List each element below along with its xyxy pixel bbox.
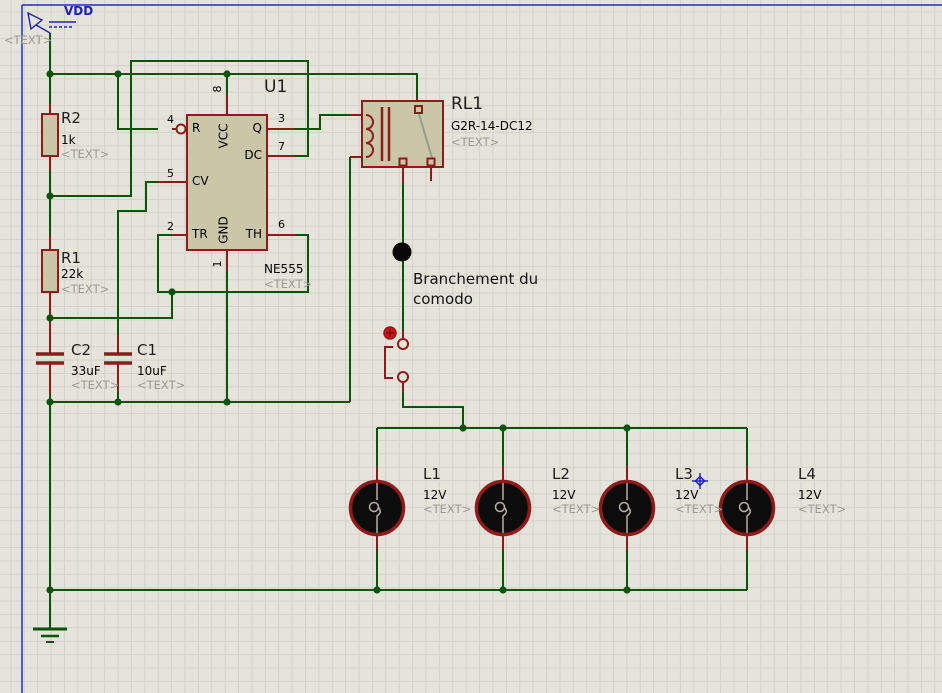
- u1-pin8-number: 8: [210, 85, 224, 93]
- l3-ref-label[interactable]: L3: [675, 466, 693, 483]
- switch-terminal-top: [397, 338, 409, 350]
- u1-ref-label[interactable]: U1: [264, 78, 287, 97]
- wire-pin4-reset: [117, 74, 158, 130]
- lamp-l3[interactable]: [598, 479, 656, 537]
- l2-text-placeholder[interactable]: <TEXT>: [552, 503, 600, 516]
- rl1-ref-label[interactable]: RL1: [451, 95, 483, 114]
- wire-switch-bus: [402, 392, 464, 428]
- r2-value-label[interactable]: 1k: [61, 133, 76, 147]
- l4-value-label[interactable]: 12V: [798, 488, 821, 502]
- u1-pin-tr-label: TR: [192, 227, 208, 241]
- power-text-placeholder[interactable]: <TEXT>: [4, 34, 52, 47]
- r1-value-label[interactable]: 22k: [61, 267, 83, 281]
- annotation-line2[interactable]: comodo: [413, 291, 473, 308]
- u1-pin-th-label: TH: [245, 227, 262, 241]
- resistor-r2-body[interactable]: [41, 113, 59, 157]
- switch-toggle-marker[interactable]: [383, 326, 397, 340]
- power-net-label[interactable]: VDD: [64, 4, 93, 18]
- u1-pin3-number: 3: [278, 112, 285, 125]
- u1-pin7-number: 7: [278, 140, 285, 153]
- lamp-l4[interactable]: [718, 479, 776, 537]
- u1-pin6-number: 6: [278, 218, 285, 231]
- l1-ref-label[interactable]: L1: [423, 466, 441, 483]
- u1-pin-r-label: R: [192, 121, 201, 135]
- u1-pin2-number: 2: [167, 220, 174, 233]
- lamp-l2[interactable]: [474, 479, 532, 537]
- u1-pin-vcc-label: VCC: [216, 123, 231, 149]
- r2-ref-label[interactable]: R2: [61, 110, 81, 127]
- r1-text-placeholder[interactable]: <TEXT>: [61, 283, 109, 296]
- switch-terminal-bottom: [397, 371, 409, 383]
- u1-pin-gnd-label: GND: [216, 216, 231, 244]
- l1-text-placeholder[interactable]: <TEXT>: [423, 503, 471, 516]
- annotation-line1[interactable]: Branchement du: [413, 271, 538, 288]
- u1-pin1-number: 1: [210, 260, 224, 268]
- ground-icon[interactable]: [33, 627, 67, 643]
- r2-text-placeholder[interactable]: <TEXT>: [61, 148, 109, 161]
- u1-pin-q-label: Q: [252, 121, 262, 135]
- u1-text-placeholder[interactable]: <TEXT>: [264, 278, 312, 291]
- rl1-text-placeholder[interactable]: <TEXT>: [451, 136, 499, 149]
- c2-value-label[interactable]: 33uF: [71, 364, 101, 378]
- l2-ref-label[interactable]: L2: [552, 466, 570, 483]
- l4-text-placeholder[interactable]: <TEXT>: [798, 503, 846, 516]
- u1-pin5-number: 5: [167, 167, 174, 180]
- c1-ref-label[interactable]: C1: [137, 342, 157, 359]
- capacitor-c2-body[interactable]: [36, 352, 64, 365]
- c2-ref-label[interactable]: C2: [71, 342, 91, 359]
- c1-text-placeholder[interactable]: <TEXT>: [137, 379, 185, 392]
- wire-vdd-rail: [50, 73, 418, 98]
- c2-text-placeholder[interactable]: <TEXT>: [71, 379, 119, 392]
- resistor-r1-body[interactable]: [41, 249, 59, 293]
- r1-ref-label[interactable]: R1: [61, 250, 81, 267]
- l3-value-label[interactable]: 12V: [675, 488, 698, 502]
- switch-actuator: [384, 346, 393, 379]
- u1-pin4-number: 4: [167, 113, 174, 126]
- u1-pin-cv-label: CV: [192, 174, 209, 188]
- rl1-part-label[interactable]: G2R-14-DC12: [451, 119, 533, 133]
- u1-part-label[interactable]: NE555: [264, 262, 303, 276]
- wire-q-to-coil: [295, 114, 350, 130]
- wire-cv-c1: [117, 181, 158, 335]
- cursor-crosshair-icon: [692, 473, 708, 489]
- l4-ref-label[interactable]: L4: [798, 466, 816, 483]
- capacitor-c1-body[interactable]: [104, 352, 132, 365]
- push-button-switch[interactable]: [383, 326, 409, 383]
- l1-value-label[interactable]: 12V: [423, 488, 446, 502]
- l3-text-placeholder[interactable]: <TEXT>: [675, 503, 723, 516]
- junction-dots: [46, 70, 631, 594]
- node-marker-dot: [392, 242, 412, 262]
- c1-value-label[interactable]: 10uF: [137, 364, 167, 378]
- l2-value-label[interactable]: 12V: [552, 488, 575, 502]
- schematic-canvas[interactable]: VDD <TEXT> R2 1k <TEXT> R1 22k <TEXT> C2…: [0, 0, 942, 693]
- lamp-l1[interactable]: [348, 479, 406, 537]
- relay-rl1[interactable]: [361, 100, 444, 168]
- pin4-inverted-bubble: [175, 123, 187, 135]
- u1-pin-dc-label: DC: [244, 148, 262, 162]
